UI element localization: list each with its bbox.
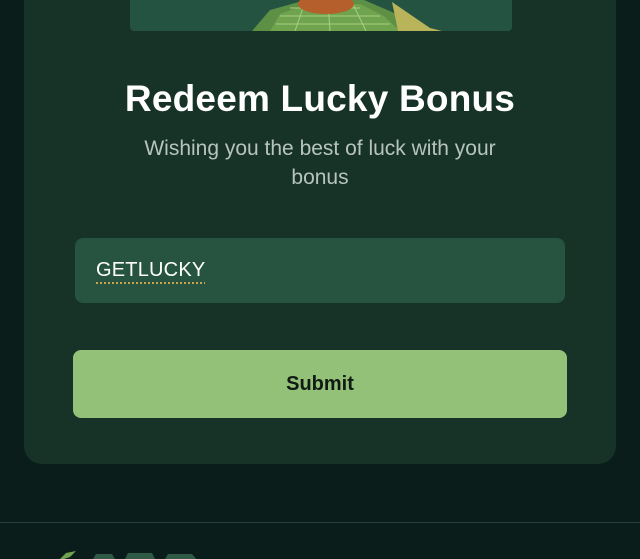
- footer-divider: [0, 522, 640, 523]
- submit-button[interactable]: Submit: [73, 350, 567, 418]
- bonus-code-value[interactable]: GETLUCKY: [96, 259, 205, 282]
- page: Redeem Lucky Bonus Wishing you the best …: [0, 0, 640, 559]
- redeem-bonus-card: Redeem Lucky Bonus Wishing you the best …: [24, 0, 616, 464]
- brand-logo-icon[interactable]: [52, 548, 212, 559]
- leprechaun-illustration: [130, 0, 512, 31]
- bonus-code-input[interactable]: GETLUCKY: [75, 238, 565, 303]
- page-title: Redeem Lucky Bonus: [124, 78, 516, 119]
- subtitle: Wishing you the best of luck with your b…: [144, 137, 496, 189]
